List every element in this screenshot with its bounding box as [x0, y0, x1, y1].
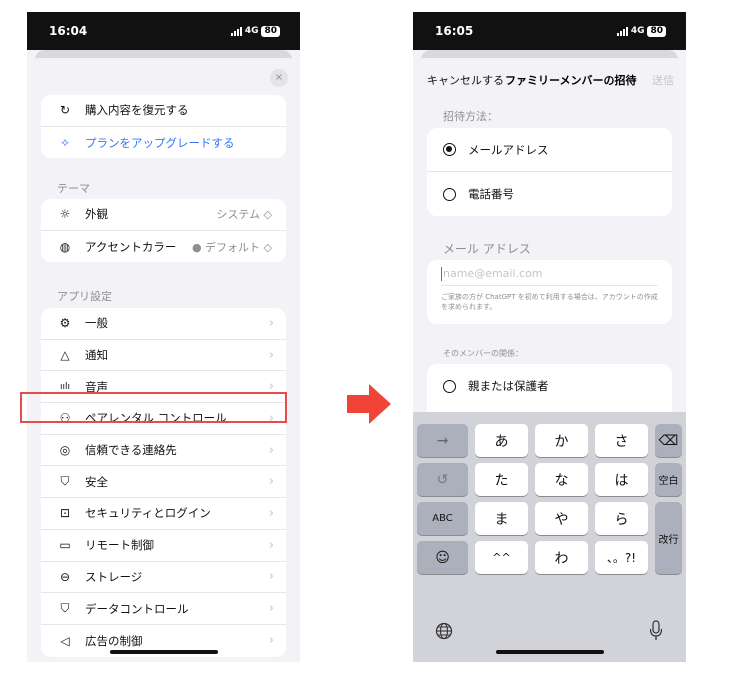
globe-icon[interactable] [435, 622, 453, 640]
cancel-button[interactable]: キャンセルする [427, 72, 504, 88]
key-ta[interactable]: た [475, 463, 528, 496]
chevron-right-icon: › [268, 633, 274, 649]
status-bar: 16:05 4G 80 [413, 12, 686, 50]
sun-icon: ☼ [59, 207, 71, 222]
key-sa[interactable]: さ [595, 424, 648, 457]
email-header: メール アドレス [443, 242, 531, 256]
safety-item[interactable]: ⛉ 安全 › [41, 466, 286, 499]
key-emoji[interactable]: ☺ [417, 541, 468, 574]
close-button[interactable]: × [270, 69, 288, 87]
key-na[interactable]: な [535, 463, 588, 496]
general-item[interactable]: ⚙ 一般 › [41, 308, 286, 340]
keyboard: → あ か さ ⌫ ↺ た な は 空白 ABC ま や ら 改行 ☺ ^^ わ… [413, 412, 686, 662]
arrow-right-icon [347, 384, 391, 424]
radio-icon [443, 187, 456, 201]
megaphone-icon: ◁ [60, 633, 70, 648]
invite-screen: 16:05 4G 80 キャンセルする ファミリーメンバーの招待 送信 招待方法… [413, 12, 686, 662]
email-input[interactable]: name@email.com [443, 267, 543, 280]
relation-header: そのメンバーの関係： [443, 349, 523, 358]
key-ya[interactable]: や [535, 502, 588, 535]
key-dakuten[interactable]: ^^ [475, 541, 528, 574]
radio-selected-icon [443, 143, 456, 156]
battery-icon: 80 [647, 25, 666, 37]
chevron-right-icon: › [268, 315, 274, 331]
email-note: ご家族の方が ChatGPT を初めて利用する場合は、アカウントの作成を求められ… [441, 293, 658, 311]
send-button[interactable]: 送信 [652, 72, 674, 88]
chevron-right-icon: › [268, 569, 274, 585]
key-ma[interactable]: ま [475, 502, 528, 535]
clock: 16:04 [49, 24, 88, 38]
waveform-icon: ıılı [59, 381, 70, 392]
remote-control-item[interactable]: ▭ リモート制御 › [41, 530, 286, 562]
settings-screen: 16:04 4G 80 × ↻ 購入内容を復元する ✧ プランをアップグレードす… [27, 12, 300, 662]
signal-indicator: 4G 80 [230, 25, 280, 37]
security-login-item[interactable]: ⊡ セキュリティとログイン › [41, 498, 286, 530]
page-title: ファミリーメンバーの招待 [505, 74, 637, 87]
nav-bar: キャンセルする ファミリーメンバーの招待 送信 [413, 72, 686, 92]
app-settings-group: ⚙ 一般 › △ 通知 › ıılı 音声 › ⚇ ペアレンタル コントロール › ◎ 信頼できる… [41, 308, 286, 657]
chevron-right-icon: › [268, 601, 274, 617]
email-field-card: name@email.com ご家族の方が ChatGPT を初めて利用する場合… [427, 260, 672, 324]
clock: 16:05 [435, 24, 474, 38]
home-indicator [495, 650, 604, 654]
home-indicator [109, 650, 218, 654]
battery-icon: 80 [261, 25, 280, 37]
data-shield-icon: ⛉ [60, 601, 70, 616]
key-abc[interactable]: ABC [417, 502, 468, 535]
key-ha[interactable]: は [595, 463, 648, 496]
notifications-item[interactable]: △ 通知 › [41, 340, 286, 372]
gear-icon: ⚙ [59, 316, 71, 331]
chevron-right-icon: › [268, 537, 274, 553]
option-parent[interactable]: 親または保護者 [427, 364, 672, 408]
method-header: 招待方法： [443, 110, 498, 123]
data-controls-item[interactable]: ⛉ データコントロール › [41, 593, 286, 625]
restore-purchases-item[interactable]: ↻ 購入内容を復元する [41, 95, 286, 127]
option-email[interactable]: メールアドレス [427, 128, 672, 172]
text-cursor [441, 266, 442, 281]
signal-icon [230, 26, 242, 36]
key-punctuation[interactable]: 、。?! [595, 541, 648, 574]
accent-color-item[interactable]: ◍ アクセントカラー ● デフォルト ◇ [41, 231, 286, 263]
lifebuoy-icon: ◎ [59, 443, 71, 458]
key-ra[interactable]: ら [595, 502, 648, 535]
status-bar: 16:04 4G 80 [27, 12, 300, 50]
palette-icon: ◍ [59, 239, 71, 254]
sparkle-icon: ✧ [59, 135, 71, 150]
option-phone[interactable]: 電話番号 [427, 172, 672, 216]
theme-group: ☼ 外観 システム ◇ ◍ アクセントカラー ● デフォルト ◇ [41, 199, 286, 263]
key-wa[interactable]: わ [535, 541, 588, 574]
app-settings-header: アプリ設定 [57, 290, 112, 303]
radio-icon [443, 379, 456, 393]
chevron-right-icon: › [268, 347, 274, 363]
key-ka[interactable]: か [535, 424, 588, 457]
shield-icon: ⛉ [60, 474, 70, 489]
account-group: ↻ 購入内容を復元する ✧ プランをアップグレードする [41, 95, 286, 159]
bell-icon: △ [60, 348, 70, 363]
method-group: メールアドレス 電話番号 [427, 128, 672, 216]
settings-sheet: × ↻ 購入内容を復元する ✧ プランをアップグレードする テーマ ☼ 外観 シ… [27, 58, 300, 662]
theme-header: テーマ [57, 182, 90, 195]
appearance-item[interactable]: ☼ 外観 システム ◇ [41, 199, 286, 231]
storage-icon: ⊖ [59, 569, 71, 584]
highlight-box [20, 392, 287, 423]
key-space[interactable]: 空白 [655, 463, 682, 496]
upgrade-plan-item[interactable]: ✧ プランをアップグレードする [41, 127, 286, 159]
mic-icon[interactable] [649, 620, 663, 642]
lock-icon: ⊡ [59, 506, 71, 521]
signal-icon [616, 26, 628, 36]
trusted-contacts-item[interactable]: ◎ 信頼できる連絡先 › [41, 435, 286, 467]
chevron-right-icon: › [268, 442, 274, 458]
key-next[interactable]: → [417, 424, 468, 457]
signal-indicator: 4G 80 [616, 25, 666, 37]
restore-icon: ↻ [59, 103, 71, 118]
key-undo[interactable]: ↺ [417, 463, 468, 496]
monitor-icon: ▭ [59, 538, 71, 553]
chevron-right-icon: › [268, 505, 274, 521]
storage-item[interactable]: ⊖ ストレージ › [41, 562, 286, 594]
chevron-right-icon: › [268, 474, 274, 490]
key-a[interactable]: あ [475, 424, 528, 457]
key-delete[interactable]: ⌫ [655, 424, 682, 457]
key-return[interactable]: 改行 [655, 502, 682, 574]
